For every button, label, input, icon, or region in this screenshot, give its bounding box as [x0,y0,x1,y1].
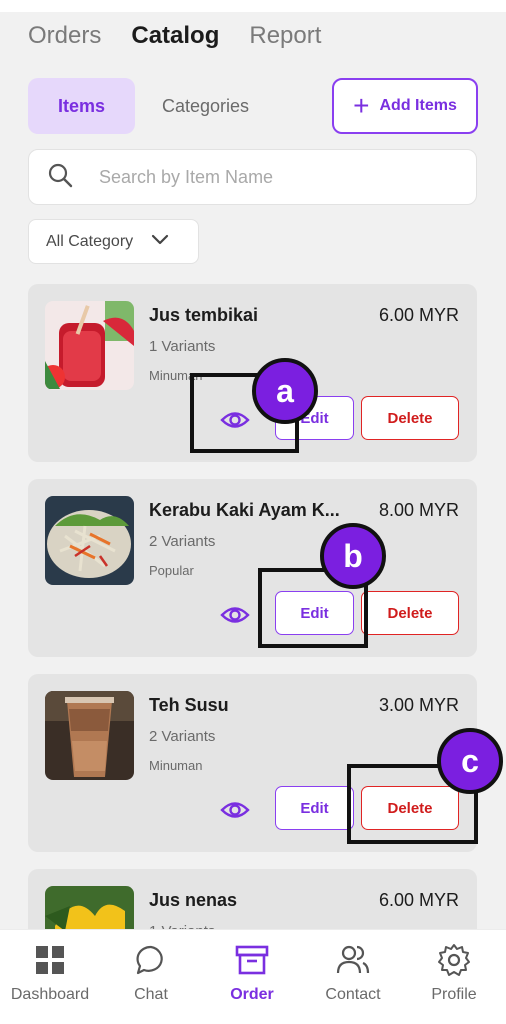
top-tab-bar: Orders Catalog Report [28,22,321,50]
subtab-items[interactable]: Items [28,78,135,134]
item-variants: 2 Variants [149,533,216,550]
grid-icon [32,942,68,978]
subtab-categories[interactable]: Categories [138,78,273,134]
item-name: Jus nenas [149,890,238,910]
edit-button[interactable]: Edit [275,786,354,830]
delete-button[interactable]: Delete [361,396,459,440]
item-price: 6.00 MYR [378,305,459,325]
search-bar [28,149,477,205]
item-card[interactable]: Kerabu Kaki Ayam K... 8.00 MYR 2 Variant… [28,479,477,657]
nav-chat[interactable]: Chat [101,942,201,1004]
item-price: 6.00 MYR [378,890,459,910]
item-image-teh-susu [45,691,134,780]
item-name: Kerabu Kaki Ayam K... [149,500,340,520]
nav-dashboard[interactable]: Dashboard [0,942,100,1004]
gear-icon [436,942,472,978]
users-icon [335,942,371,978]
eye-icon [220,607,250,623]
nav-order-label: Order [230,986,274,1003]
tab-catalog[interactable]: Catalog [131,22,219,50]
nav-profile[interactable]: Profile [404,942,504,1004]
view-button[interactable] [220,795,250,825]
add-items-label: Add Items [379,97,457,114]
tab-orders[interactable]: Orders [28,22,101,50]
bottom-navigation: Dashboard Chat Order Contact Profile [0,929,506,1024]
item-category: Minuman [149,758,203,773]
item-variants: 1 Variants [149,338,216,355]
annotation-marker-c: c [437,728,503,794]
view-button[interactable] [220,600,250,630]
annotation-marker-b: b [320,523,386,589]
chevron-down-icon [151,233,169,251]
status-bar-area [0,0,506,12]
archive-box-icon [234,942,270,978]
item-category: Popular [149,563,194,578]
annotation-marker-a: a [252,358,318,424]
nav-profile-label: Profile [431,986,477,1003]
nav-chat-label: Chat [134,986,168,1003]
nav-contact[interactable]: Contact [303,942,403,1004]
chat-bubble-icon [133,942,169,978]
eye-icon [220,802,250,818]
item-name: Jus tembikai [149,305,259,325]
item-name: Teh Susu [149,695,229,715]
item-price: 3.00 MYR [378,695,459,715]
nav-contact-label: Contact [325,986,381,1003]
category-filter-dropdown[interactable]: All Category [28,219,199,264]
item-image-kerabu [45,496,134,585]
search-input[interactable] [99,166,429,188]
item-price: 8.00 MYR [378,500,459,520]
search-icon [47,162,73,193]
delete-button[interactable]: Delete [361,591,459,635]
nav-order[interactable]: Order [202,942,302,1004]
add-items-button[interactable]: + Add Items [332,78,478,134]
plus-icon: + [353,90,370,121]
item-image-watermelon-juice [45,301,134,390]
tab-report[interactable]: Report [249,22,321,50]
nav-dashboard-label: Dashboard [10,986,90,1003]
category-filter-label: All Category [46,232,134,250]
catalog-subtabs: Items Categories + Add Items [28,78,478,134]
item-variants: 2 Variants [149,728,216,745]
